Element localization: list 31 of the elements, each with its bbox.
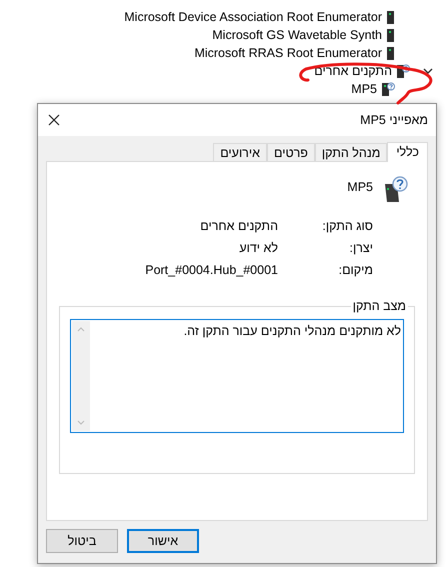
property-label: יצרן:	[348, 240, 373, 257]
property-value: התקנים אחרים	[200, 218, 278, 235]
tree-item-label[interactable]: Microsoft GS Wavetable Synth	[212, 26, 382, 44]
tab[interactable]: פרטים	[266, 143, 315, 161]
device-icon	[386, 46, 395, 60]
close-button[interactable]	[46, 112, 62, 128]
device-icon	[386, 10, 395, 24]
tree-item-label[interactable]: Microsoft RRAS Root Enumerator	[194, 44, 382, 62]
ok-button[interactable]: אישור	[127, 529, 199, 553]
property-value: לא ידוע	[239, 240, 278, 257]
property-label: מיקום:	[338, 262, 373, 279]
device-name: MP5	[347, 179, 373, 196]
scroll-up-icon[interactable]	[77, 327, 85, 332]
tree-item-label[interactable]: התקנים אחרים	[314, 62, 392, 80]
tab[interactable]: אירועים	[213, 143, 267, 161]
tab[interactable]: כללי	[387, 142, 428, 162]
device-icon	[386, 28, 395, 42]
tree-item-label[interactable]: MP5	[351, 80, 377, 98]
window-title: מאפייני MP5	[360, 112, 428, 129]
property-value: Port_#0004.Hub_#0001	[145, 262, 278, 279]
property-label: סוג התקן:	[321, 218, 373, 235]
tree-item-label[interactable]: Microsoft Device Association Root Enumerator	[124, 8, 382, 26]
scroll-down-icon[interactable]	[77, 420, 85, 425]
unknown-device-icon	[396, 64, 410, 78]
unknown-device-icon	[381, 82, 395, 96]
scrollbar[interactable]	[72, 321, 90, 431]
tab[interactable]: מנהל התקן	[314, 143, 388, 161]
status-text-area[interactable]: לא מותקנים מנהלי התקנים עבור התקן זה.	[70, 319, 404, 433]
unknown-device-icon	[383, 176, 409, 204]
status-text: לא מותקנים מנהלי התקנים עבור התקן זה.	[184, 323, 402, 340]
cancel-button[interactable]: ביטול	[46, 529, 118, 553]
